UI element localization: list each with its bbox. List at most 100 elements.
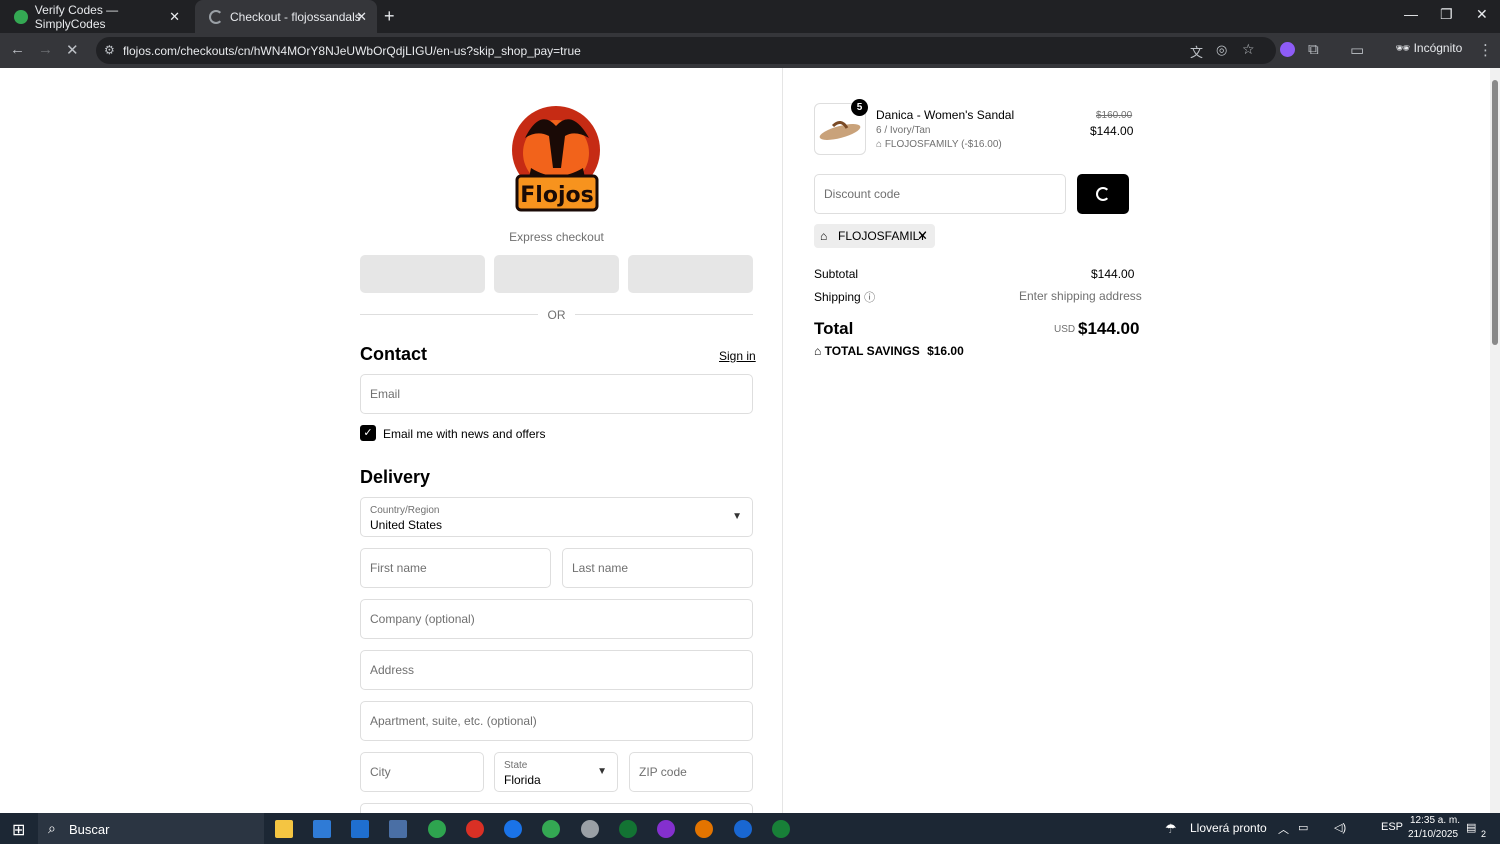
stop-loading-icon[interactable]: ✕ — [66, 41, 79, 59]
chrome-icon[interactable] — [466, 820, 484, 838]
chrome-icon[interactable] — [428, 820, 446, 838]
tab-simplycodes[interactable]: Verify Codes — SimplyCodes ✕ — [0, 0, 190, 33]
zip-placeholder: ZIP code — [639, 765, 687, 779]
newsletter-checkbox[interactable]: ✓ — [360, 425, 376, 441]
show-hidden-icons-icon[interactable]: ︿ — [1278, 821, 1289, 837]
applied-code: FLOJOSFAMILY — [838, 229, 927, 243]
express-pay-button-3[interactable] — [628, 255, 753, 293]
chrome-icon[interactable] — [657, 820, 675, 838]
back-icon[interactable]: ← — [10, 41, 25, 58]
apartment-field[interactable]: Apartment, suite, etc. (optional) — [360, 701, 753, 741]
translate-icon[interactable]: 文 — [1190, 42, 1203, 61]
newsletter-label: Email me with news and offers — [383, 427, 546, 441]
item-price: $144.00 — [1090, 124, 1134, 138]
contact-heading: Contact — [360, 344, 427, 364]
country-select[interactable]: Country/Region United States ▼ — [360, 497, 753, 537]
loading-icon — [209, 9, 223, 24]
forward-icon[interactable]: → — [38, 41, 53, 58]
file-explorer-icon[interactable] — [275, 820, 293, 838]
restore-button[interactable]: ❐ — [1440, 6, 1453, 23]
chrome-icon[interactable] — [619, 820, 637, 838]
browser-tab-bar: Verify Codes — SimplyCodes ✕ Checkout - … — [0, 0, 1500, 33]
chevron-down-icon: ▼ — [597, 766, 607, 777]
incognito-badge[interactable]: 🕶 Incógnito — [1395, 41, 1462, 55]
express-pay-button-2[interactable] — [494, 255, 619, 293]
close-tab-icon[interactable]: ✕ — [169, 9, 180, 25]
address-placeholder: Address — [370, 663, 415, 677]
weather-icon[interactable]: ☂ — [1165, 821, 1177, 837]
new-tab-button[interactable]: + — [384, 6, 395, 27]
total-value: $144.00 — [1078, 319, 1140, 338]
shipping-label: Shipping ⓘ — [814, 289, 875, 305]
last-name-field[interactable]: Last name — [562, 548, 753, 588]
first-name-field[interactable]: First name — [360, 548, 551, 588]
tag-icon: ⌂ — [820, 229, 828, 243]
zip-field[interactable]: ZIP code — [629, 752, 753, 792]
company-field[interactable]: Company (optional) — [360, 599, 753, 639]
eye-off-icon[interactable]: ◎ — [1216, 42, 1227, 58]
shipping-label-text: Shipping — [814, 290, 861, 304]
windows-taskbar: ⊞ ⌕ Buscar ☂ Lloverá pronto ︿ ▭ ◁) ESP 1… — [0, 813, 1500, 844]
product-discount: ⌂ FLOJOSFAMILY (-$16.00) — [876, 139, 1002, 150]
total-label: Total — [814, 319, 854, 338]
volume-icon[interactable]: ◁) — [1334, 821, 1346, 834]
loading-spinner-icon — [1096, 187, 1110, 201]
chrome-icon[interactable] — [772, 820, 790, 838]
original-price: $160.00 — [1096, 110, 1133, 121]
search-icon: ⌕ — [48, 820, 56, 836]
express-pay-button-1[interactable] — [360, 255, 485, 293]
chrome-icon[interactable] — [734, 820, 752, 838]
tab-search-icon[interactable]: ▭ — [1350, 41, 1364, 59]
minimize-button[interactable]: — — [1404, 6, 1418, 22]
scrollbar-thumb[interactable] — [1492, 80, 1498, 345]
address-bar[interactable]: ⚙ flojos.com/checkouts/cn/hWN4MOrY8NJeUW… — [96, 37, 1276, 64]
svg-text:Flojos: Flojos — [520, 183, 593, 208]
remove-discount-icon[interactable]: ✕ — [917, 228, 928, 244]
chrome-icon[interactable] — [542, 820, 560, 838]
apply-discount-button[interactable] — [1077, 174, 1129, 214]
sign-in-link[interactable]: Sign in — [719, 349, 756, 363]
network-icon[interactable]: ▭ — [1298, 821, 1308, 834]
bookmark-star-icon[interactable]: ☆ — [1242, 41, 1255, 58]
language-indicator[interactable]: ESP — [1381, 821, 1403, 833]
tab-checkout[interactable]: Checkout - flojossandals ✕ — [195, 0, 377, 33]
page-scrollbar[interactable] — [1490, 68, 1500, 813]
taskbar-search[interactable]: ⌕ Buscar — [38, 813, 264, 844]
state-value: Florida — [504, 773, 541, 787]
discount-code-field[interactable]: Discount code — [814, 174, 1066, 214]
chrome-icon[interactable] — [504, 820, 522, 838]
subtotal-label: Subtotal — [814, 267, 859, 281]
chrome-icon[interactable] — [581, 820, 599, 838]
chrome-icon[interactable] — [695, 820, 713, 838]
help-icon[interactable]: ⓘ — [864, 292, 875, 304]
state-select[interactable]: State Florida ▼ — [494, 752, 618, 792]
extension-icon[interactable] — [1280, 42, 1295, 57]
calculator-icon[interactable] — [389, 820, 407, 838]
savings-label: TOTAL SAVINGS — [824, 344, 920, 358]
url-text: flojos.com/checkouts/cn/hWN4MOrY8NJeUWbO… — [123, 44, 581, 58]
site-info-icon[interactable]: ⚙ — [104, 43, 115, 57]
close-tab-icon[interactable]: ✕ — [356, 9, 367, 25]
first-name-placeholder: First name — [370, 561, 427, 575]
column-divider — [782, 68, 783, 813]
product-discount-text: FLOJOSFAMILY (-$16.00) — [884, 139, 1002, 150]
weather-text[interactable]: Lloverá pronto — [1190, 821, 1267, 835]
clock-date[interactable]: 21/10/2025 — [1408, 829, 1458, 840]
applied-discount-chip: ⌂ FLOJOSFAMILY ✕ — [814, 224, 935, 248]
clock-time[interactable]: 12:35 a. m. — [1410, 815, 1460, 826]
notifications-icon[interactable]: ▤ — [1466, 821, 1476, 834]
search-label: Buscar — [69, 822, 110, 837]
email-field[interactable]: Email — [360, 374, 753, 414]
city-placeholder: City — [370, 765, 391, 779]
store-icon[interactable] — [313, 820, 331, 838]
phone-field[interactable] — [360, 803, 753, 813]
extensions-puzzle-icon[interactable]: ⧉ — [1308, 41, 1319, 58]
total-savings: ⌂ TOTAL SAVINGS $16.00 — [814, 344, 964, 358]
simplycodes-favicon-icon — [14, 9, 28, 24]
address-field[interactable]: Address — [360, 650, 753, 690]
menu-icon[interactable]: ⋮ — [1478, 41, 1493, 59]
city-field[interactable]: City — [360, 752, 484, 792]
close-window-button[interactable]: ✕ — [1476, 6, 1488, 23]
outlook-icon[interactable] — [351, 820, 369, 838]
windows-start-icon[interactable]: ⊞ — [12, 820, 25, 840]
